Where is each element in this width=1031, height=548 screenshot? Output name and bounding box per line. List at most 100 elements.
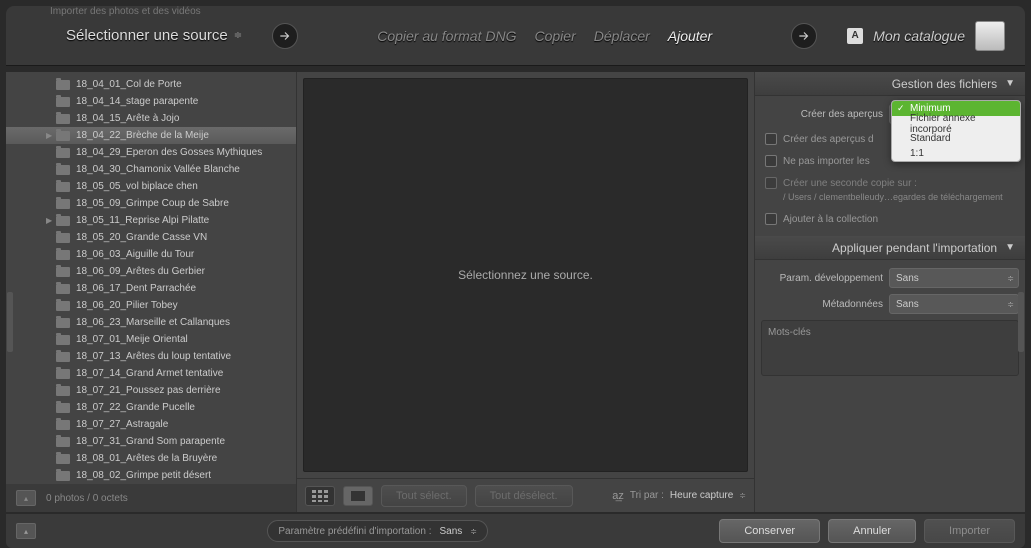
folder-row[interactable]: 18_08_01_Arêtes de la Bruyère [6, 450, 296, 467]
build-smart-previews-checkbox[interactable] [765, 133, 777, 145]
chevron-down-icon: ▼ [1005, 242, 1015, 253]
import-button[interactable]: Importer [924, 519, 1015, 543]
folder-row[interactable]: 18_04_01_Col de Porte [6, 76, 296, 93]
folder-row[interactable]: 18_05_05_vol biplace chen [6, 178, 296, 195]
tab-copy-dng[interactable]: Copier au format DNG [377, 28, 516, 44]
folder-row[interactable]: 18_07_22_Grande Pucelle [6, 399, 296, 416]
folder-row[interactable]: 18_04_29_Eperon des Gosses Mythiques [6, 144, 296, 161]
deselect-all-button[interactable]: Tout désélect. [475, 485, 573, 507]
sort-value[interactable]: Heure capture [670, 490, 733, 501]
no-duplicates-label: Ne pas importer les [783, 156, 870, 167]
preview-option-standard[interactable]: Standard [892, 131, 1020, 146]
keywords-input[interactable]: Mots-clés [761, 320, 1019, 376]
tab-copy[interactable]: Copier [534, 28, 575, 44]
right-panel-handle[interactable] [1018, 292, 1024, 352]
folder-icon [56, 165, 70, 175]
source-selector[interactable]: Sélectionner une source [66, 27, 228, 44]
destination-catalog[interactable]: A Mon catalogue [847, 21, 1005, 51]
folder-icon [56, 386, 70, 396]
folder-row[interactable]: 18_05_20_Grande Casse VN [6, 229, 296, 246]
center-panel: Sélectionnez une source. Tout sélect. To… [296, 72, 755, 512]
no-duplicates-checkbox[interactable] [765, 155, 777, 167]
folder-row[interactable]: 18_05_11_Reprise Alpi Pilatte [6, 212, 296, 229]
left-panel-handle[interactable] [7, 292, 13, 352]
select-all-button[interactable]: Tout sélect. [381, 485, 467, 507]
folder-name: 18_08_02_Grimpe petit désert [76, 470, 211, 481]
folder-row[interactable]: 18_07_27_Astragale [6, 416, 296, 433]
metadata-label: Métadonnées [761, 299, 889, 310]
folder-row[interactable]: 18_04_14_stage parapente [6, 93, 296, 110]
disclosure-triangle-icon[interactable] [46, 216, 54, 225]
folder-icon [56, 454, 70, 464]
folder-icon [56, 352, 70, 362]
second-copy-checkbox[interactable] [765, 177, 777, 189]
folder-row[interactable]: 18_06_09_Arêtes du Gerbier [6, 263, 296, 280]
folder-row[interactable]: 18_06_23_Marseille et Callanques [6, 314, 296, 331]
grid-view-button[interactable] [305, 486, 335, 506]
folder-icon [56, 131, 70, 141]
source-sort-icon[interactable]: ≑ [234, 30, 242, 41]
folder-row[interactable]: 18_07_31_Grand Som parapente [6, 433, 296, 450]
from-arrow-button[interactable] [272, 23, 298, 49]
folder-row[interactable]: 18_04_15_Arête à Jojo [6, 110, 296, 127]
loupe-view-button[interactable] [343, 486, 373, 506]
center-toolbar: Tout sélect. Tout désélect. a͢z Tri par … [297, 478, 754, 512]
folder-row[interactable]: 18_07_14_Grand Armet tentative [6, 365, 296, 382]
folder-row[interactable]: 18_04_30_Chamonix Vallée Blanche [6, 161, 296, 178]
preview-option-embedded[interactable]: Fichier annexe incorporé [892, 116, 1020, 131]
folder-row[interactable]: 18_06_17_Dent Parrachée [6, 280, 296, 297]
file-handling-header[interactable]: Gestion des fichiers ▼ [755, 72, 1025, 96]
disclosure-triangle-icon[interactable] [46, 131, 54, 140]
chevron-down-icon[interactable]: ≑ [739, 491, 746, 500]
import-preset-control[interactable]: Paramètre prédéfini d'importation : Sans… [267, 520, 488, 542]
right-panel: Gestion des fichiers ▼ Créer des aperçus… [755, 72, 1025, 512]
folder-row[interactable]: 18_07_13_Arêtes du loup tentative [6, 348, 296, 365]
apply-during-import-body: Param. développement Sans ≑ Métadonnées … [755, 260, 1025, 382]
folder-icon [56, 335, 70, 345]
folder-icon [56, 114, 70, 124]
folder-row[interactable]: 18_06_03_Aiguille du Tour [6, 246, 296, 263]
tab-move[interactable]: Déplacer [594, 28, 650, 44]
folder-name: 18_04_29_Eperon des Gosses Mythiques [76, 147, 262, 158]
catalog-badge: A [847, 28, 863, 44]
folder-name: 18_06_23_Marseille et Callanques [76, 317, 230, 328]
folder-row[interactable]: 18_04_22_Brèche de la Meije [6, 127, 296, 144]
folder-row[interactable]: 18_07_01_Meije Oriental [6, 331, 296, 348]
folder-icon [56, 437, 70, 447]
loupe-icon [351, 491, 365, 501]
sort-order-icon[interactable]: a͢z [612, 490, 624, 502]
folder-name: 18_05_05_vol biplace chen [76, 181, 198, 192]
window-title: Importer des photos et des vidéos [50, 6, 201, 17]
folder-icon [56, 216, 70, 226]
collapse-left-button[interactable]: ▴ [16, 490, 36, 506]
apply-during-import-header[interactable]: Appliquer pendant l'importation ▼ [755, 236, 1025, 260]
chevron-down-icon: ≑ [470, 527, 477, 536]
folder-name: 18_05_20_Grande Casse VN [76, 232, 207, 243]
develop-settings-dropdown[interactable]: Sans ≑ [889, 268, 1019, 288]
cancel-button[interactable]: Annuler [828, 519, 916, 543]
save-button[interactable]: Conserver [719, 519, 820, 543]
folder-row[interactable]: 18_05_09_Grimpe Coup de Sabre [6, 195, 296, 212]
folder-row[interactable]: 18_08_02_Grimpe petit désert [6, 467, 296, 484]
bottom-bar: ▴ Paramètre prédéfini d'importation : Sa… [6, 514, 1025, 548]
folder-row[interactable]: 18_07_21_Poussez pas derrière [6, 382, 296, 399]
sort-label: Tri par : [630, 490, 664, 501]
folder-name: 18_04_30_Chamonix Vallée Blanche [76, 164, 240, 175]
to-arrow-button[interactable] [791, 23, 817, 49]
folder-row[interactable]: 18_06_20_Pilier Tobey [6, 297, 296, 314]
file-handling-title: Gestion des fichiers [892, 77, 997, 91]
folder-name: 18_06_20_Pilier Tobey [76, 300, 178, 311]
file-handling-body: Créer des aperçus Minimum ≑ Minimum Fich… [755, 96, 1025, 236]
collapse-bottom-button[interactable]: ▴ [16, 523, 36, 539]
disk-icon [975, 21, 1005, 51]
metadata-dropdown[interactable]: Sans ≑ [889, 294, 1019, 314]
chevron-down-icon: ≑ [1007, 274, 1014, 283]
folder-icon [56, 420, 70, 430]
folder-name: 18_07_22_Grande Pucelle [76, 402, 195, 413]
preview-option-one-to-one[interactable]: 1:1 [892, 146, 1020, 161]
add-to-collection-checkbox[interactable] [765, 213, 777, 225]
tab-add[interactable]: Ajouter [668, 28, 712, 44]
folder-name: 18_07_14_Grand Armet tentative [76, 368, 223, 379]
folder-icon [56, 267, 70, 277]
folder-list[interactable]: 18_04_01_Col de Porte18_04_14_stage para… [6, 72, 296, 484]
